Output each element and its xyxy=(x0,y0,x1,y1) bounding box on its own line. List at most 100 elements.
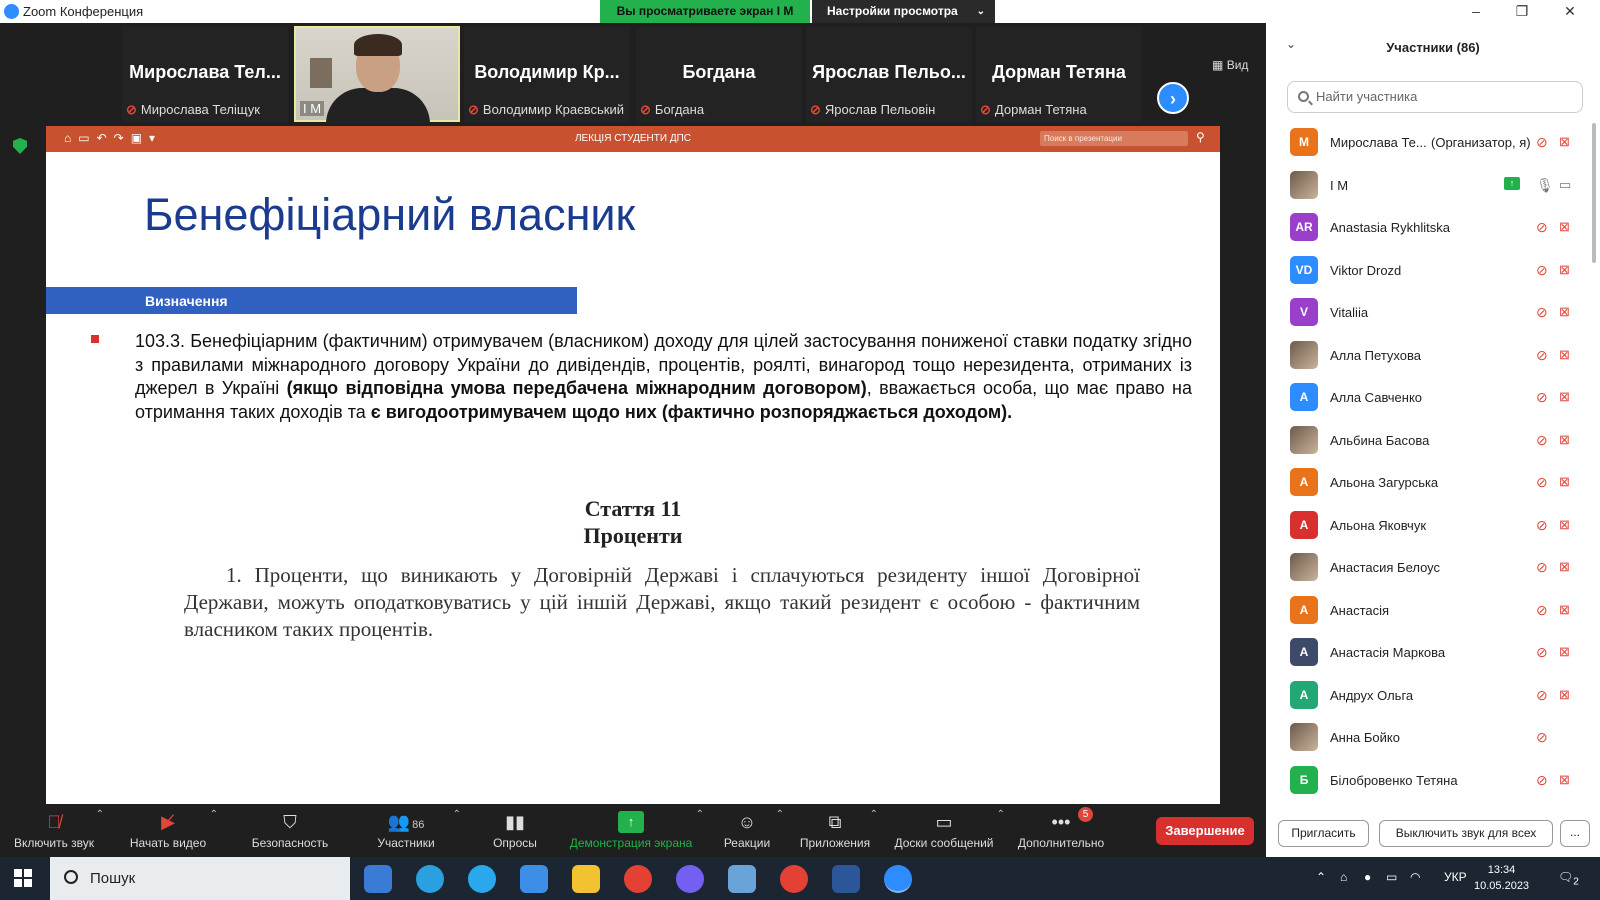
chrome-icon[interactable] xyxy=(624,865,652,893)
unmute-button[interactable]: 🎙̸ Включить звук ⌃ xyxy=(8,804,104,857)
chrome-profile-icon[interactable] xyxy=(780,865,808,893)
camera-off-icon: ⊠ xyxy=(1559,686,1570,702)
participant-name: Vitaliia xyxy=(1330,305,1369,320)
participant-row[interactable]: Анна Бойко ⊘ xyxy=(1266,717,1586,760)
windows-start-icon[interactable] xyxy=(14,869,32,887)
minimize-button[interactable]: – xyxy=(1454,0,1498,23)
participant-row[interactable]: Альбина Басова ⊘ ⊠ xyxy=(1266,420,1586,463)
close-button[interactable]: ✕ xyxy=(1548,0,1592,23)
start-video-button[interactable]: ▶̸ Начать видео ⌃ xyxy=(122,804,218,857)
video-tile[interactable]: Мирослава Тел... ⊘ Мирослава Теліщук xyxy=(122,26,288,122)
edge-icon[interactable] xyxy=(416,865,444,893)
article-heading: Стаття 11 Проценти xyxy=(46,495,1220,549)
participant-row[interactable]: V Vitaliia ⊘ ⊠ xyxy=(1266,292,1586,335)
invite-button[interactable]: Пригласить xyxy=(1278,820,1369,847)
participant-row[interactable]: A Альона Загурська ⊘ ⊠ xyxy=(1266,462,1586,505)
video-tile[interactable]: Ярослав Пельо... ⊘ Ярослав Пельовін xyxy=(806,26,972,122)
caret-up-icon[interactable]: ⌃ xyxy=(997,809,1005,820)
camera-off-icon: ⊠ xyxy=(1559,389,1570,404)
battery-icon[interactable]: ▭ xyxy=(1386,870,1397,884)
caret-up-icon[interactable]: ⌃ xyxy=(776,809,784,820)
participants-button[interactable]: 👥 86 Участники ⌃ xyxy=(365,804,461,857)
caret-up-icon[interactable]: ⌃ xyxy=(870,809,878,820)
caret-up-icon[interactable]: ⌃ xyxy=(453,809,461,820)
caret-up-icon[interactable]: ⌃ xyxy=(696,809,704,820)
mail-icon[interactable] xyxy=(520,865,548,893)
polls-button[interactable]: ▮▮ Опросы xyxy=(487,804,543,857)
mute-all-button[interactable]: Выключить звук для всех xyxy=(1379,820,1553,847)
wifi-icon[interactable]: ◠ xyxy=(1410,870,1420,884)
mic-muted-icon: ⊘ xyxy=(1536,134,1548,150)
file-explorer-icon[interactable] xyxy=(572,865,600,893)
taskbar-search[interactable]: Пошук xyxy=(50,857,350,900)
view-button[interactable]: ▦ Вид xyxy=(1212,58,1248,72)
zoom-logo-icon xyxy=(4,4,19,19)
notifications-icon[interactable]: 🗨2 xyxy=(1558,870,1579,887)
mic-muted-icon: ⊘ xyxy=(468,102,479,117)
participant-row[interactable]: A Алла Савченко ⊘ ⊠ xyxy=(1266,377,1586,420)
participant-row[interactable]: A Анастасія Маркова ⊘ ⊠ xyxy=(1266,632,1586,675)
word-icon[interactable] xyxy=(832,865,860,893)
more-button[interactable]: ••• Дополнительно 5 xyxy=(1014,804,1108,857)
participant-list-scrollbar[interactable] xyxy=(1592,123,1596,263)
caret-up-icon[interactable]: ⌃ xyxy=(96,809,104,820)
participant-row[interactable]: Анастасия Белоус ⊘ ⊠ xyxy=(1266,547,1586,590)
avatar: A xyxy=(1290,468,1318,496)
article-text: 1. Проценти, що виникають у Договірній Д… xyxy=(184,563,1140,641)
participant-row[interactable]: A Альона Яковчук ⊘ ⊠ xyxy=(1266,505,1586,548)
person-body xyxy=(326,88,430,124)
camera-off-icon: ⊠ xyxy=(1559,516,1570,532)
tile-label: ⊘ Ярослав Пельовін xyxy=(810,102,936,117)
app-icon[interactable] xyxy=(728,865,756,893)
avatar: M xyxy=(1290,128,1318,156)
chevron-up-icon[interactable]: ⌃ xyxy=(1316,870,1326,884)
end-meeting-button[interactable]: Завершение xyxy=(1156,817,1254,845)
person-icon: ⚲ xyxy=(1196,130,1205,144)
mic-icon[interactable]: ● xyxy=(1364,870,1371,884)
avatar xyxy=(1290,340,1318,369)
restore-button[interactable]: ❐ xyxy=(1500,0,1544,23)
video-tile[interactable]: Володимир Кр... ⊘ Володимир Краєвський xyxy=(464,26,630,122)
tile-display-name: Богдана xyxy=(682,62,756,82)
tile-display-name: Дорман Тетяна xyxy=(992,62,1126,82)
zoom-taskbar-icon[interactable] xyxy=(884,865,912,893)
caret-up-icon[interactable]: ⌃ xyxy=(210,809,218,820)
participant-row[interactable]: AR Anastasia Rykhlitska ⊘ ⊠ xyxy=(1266,207,1586,250)
notification-badge: 5 xyxy=(1078,807,1093,822)
participant-search-input[interactable]: Найти участника xyxy=(1287,81,1583,113)
security-button[interactable]: ⛉ Безопасность xyxy=(244,804,336,857)
language-indicator[interactable]: УКР xyxy=(1444,870,1467,884)
bar-chart-icon: ▮▮ xyxy=(505,812,525,832)
video-tile[interactable]: Богдана ⊘ Богдана xyxy=(636,26,802,122)
participant-name: Anastasia Rykhlitska xyxy=(1330,220,1450,235)
telegram-icon[interactable] xyxy=(468,865,496,893)
whiteboards-button[interactable]: ▭ Доски сообщений ⌃ xyxy=(889,804,1005,857)
more-options-button[interactable]: ... xyxy=(1560,820,1590,847)
reactions-button[interactable]: ☺ Реакции ⌃ xyxy=(716,804,784,857)
participant-row[interactable]: VD Viktor Drozd ⊘ ⊠ xyxy=(1266,250,1586,293)
participant-row[interactable]: I M ↑ 🎙 ▭ xyxy=(1266,165,1586,208)
video-tile[interactable]: Дорман Тетяна ⊘ Дорман Тетяна xyxy=(976,26,1142,122)
view-settings-label: Настройки просмотра xyxy=(827,4,958,18)
apps-button[interactable]: ⧉ Приложения ⌃ xyxy=(796,804,878,857)
camera-off-icon: ⊠ xyxy=(1559,644,1570,659)
participant-row[interactable]: A Анастасія ⊘ ⊠ xyxy=(1266,590,1586,633)
network-icon[interactable]: ⌂ xyxy=(1340,870,1347,884)
participant-row[interactable]: Алла Петухова ⊘ ⊠ xyxy=(1266,335,1586,378)
viber-icon[interactable] xyxy=(676,865,704,893)
clock[interactable]: 13:34 10.05.2023 xyxy=(1474,862,1529,894)
tile-label: ⊘ Володимир Краєвський xyxy=(468,102,624,117)
participant-row[interactable]: Б Білобровенко Тетяна ⊘ ⊠ xyxy=(1266,760,1586,803)
share-screen-button[interactable]: ↑ Демонстрация экрана ⌃ xyxy=(562,804,704,857)
store-icon[interactable] xyxy=(364,865,392,893)
mic-muted-icon: ⊘ xyxy=(1536,261,1548,278)
next-page-button[interactable]: › xyxy=(1157,82,1189,114)
view-settings-dropdown[interactable]: Настройки просмотра ⌄ xyxy=(812,0,995,23)
video-tile-active[interactable]: I M xyxy=(294,26,460,124)
mic-muted-icon: ⊘ xyxy=(1536,686,1548,703)
section-label: Визначення xyxy=(145,293,228,309)
participant-row[interactable]: A Андрух Ольга ⊘ ⊠ xyxy=(1266,675,1586,718)
camera-off-icon: ⊠ xyxy=(1559,346,1570,362)
camera-off-icon: ⊠ xyxy=(1559,431,1570,447)
participant-row[interactable]: M Мирослава Те... (Организатор, я) ⊘ ⊠ xyxy=(1266,122,1586,165)
